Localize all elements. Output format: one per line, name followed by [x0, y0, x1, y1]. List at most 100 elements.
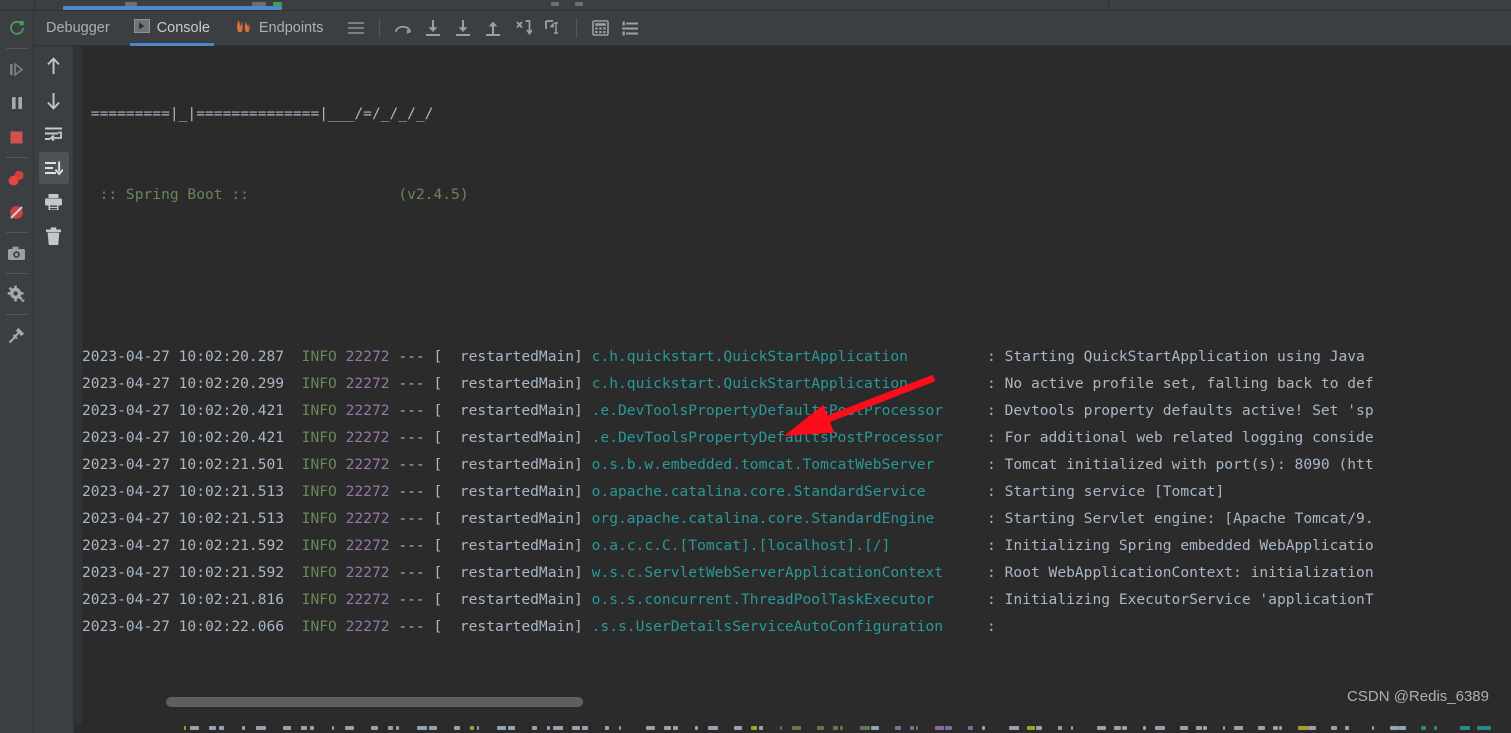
- runbar-divider-2: [5, 157, 28, 158]
- console-marker-tick: [780, 726, 782, 730]
- scroll-down-icon[interactable]: [39, 84, 69, 116]
- console-marker-tick: [1058, 726, 1062, 730]
- console-play-icon: [133, 19, 150, 37]
- console-hscrollbar-track[interactable]: [82, 697, 1511, 721]
- log-line: 2023-04-27 10:02:20.287 INFO 22272 --- […: [82, 343, 1511, 370]
- settings-lines-icon[interactable]: [615, 15, 645, 41]
- step-over-icon[interactable]: [388, 15, 418, 41]
- console-marker-tick: [817, 726, 824, 730]
- log-pid: 22272: [345, 510, 390, 527]
- log-thread: --- [ restartedMain]: [389, 456, 592, 473]
- log-message: : Starting service [Tomcat]: [925, 483, 1225, 500]
- log-line: 2023-04-27 10:02:21.513 INFO 22272 --- […: [82, 505, 1511, 532]
- run-to-cursor-icon[interactable]: [538, 15, 568, 41]
- log-pid: 22272: [345, 402, 390, 419]
- console-marker-tick: [695, 726, 698, 730]
- console-marker-tick: [833, 726, 838, 730]
- console-marker-tick: [547, 726, 550, 730]
- console-marker-tick: [1477, 726, 1485, 730]
- console-hscrollbar-thumb[interactable]: [166, 697, 583, 707]
- console-marker-tick: [190, 726, 199, 730]
- console-marker-tick: [1258, 726, 1265, 730]
- log-logger: w.s.c.ServletWebServerApplicationContext: [591, 564, 944, 581]
- log-thread: --- [ restartedMain]: [389, 618, 592, 635]
- log-line: 2023-04-27 10:02:20.421 INFO 22272 --- […: [82, 424, 1511, 451]
- console-marker-tick: [982, 726, 985, 730]
- log-banner-ascii: =========|_|==============|___/=/_/_/_/: [82, 105, 434, 122]
- log-thread: --- [ restartedMain]: [389, 537, 592, 554]
- log-pid: 22272: [345, 564, 390, 581]
- toolbar-divider-2: [576, 18, 578, 38]
- menu-hamburger-icon[interactable]: [341, 15, 371, 41]
- settings-gear-icon[interactable]: [0, 277, 34, 311]
- console-marker-tick: [470, 726, 474, 730]
- print-icon[interactable]: [39, 186, 69, 218]
- console-marker-tick: [209, 726, 216, 730]
- tab-console[interactable]: Console: [122, 11, 222, 46]
- console-marker-tick: [1460, 726, 1470, 730]
- log-pid: 22272: [345, 429, 390, 446]
- tab-console-label: Console: [156, 20, 210, 36]
- console-marker-tick: [1097, 726, 1106, 730]
- console-log-text: =========|_|==============|___/=/_/_/_/ …: [82, 46, 1511, 711]
- log-pid: 22272: [345, 483, 390, 500]
- log-thread: --- [ restartedMain]: [389, 429, 592, 446]
- log-message: : Starting QuickStartApplication using J…: [907, 348, 1365, 365]
- force-step-into-icon[interactable]: [448, 15, 478, 41]
- tabstrip-mark-4: [575, 2, 583, 6]
- scroll-to-end-icon[interactable]: [38, 152, 69, 184]
- step-out-icon[interactable]: [478, 15, 508, 41]
- mute-breakpoints-icon[interactable]: [0, 195, 34, 229]
- view-breakpoints-icon[interactable]: [0, 161, 34, 195]
- console-marker-tick: [572, 726, 580, 730]
- console-marker-tick: [910, 726, 914, 730]
- console-marker-tick: [1434, 726, 1437, 730]
- screenshot-icon[interactable]: [0, 236, 34, 270]
- log-space: [337, 456, 346, 473]
- clear-all-icon[interactable]: [39, 220, 69, 252]
- log-level: INFO: [301, 618, 337, 635]
- editor-active-tab-indicator[interactable]: [63, 6, 282, 10]
- log-space: [337, 564, 346, 581]
- console-marker-tick: [497, 726, 506, 730]
- log-space: [337, 375, 346, 392]
- runbar-divider-4: [5, 273, 28, 274]
- rerun-icon[interactable]: [0, 11, 34, 45]
- log-line: 2023-04-27 10:02:21.592 INFO 22272 --- […: [82, 559, 1511, 586]
- stop-icon[interactable]: [0, 120, 34, 154]
- log-logger: .e.DevToolsPropertyDefaultsPostProcessor: [591, 402, 944, 419]
- log-message: : Initializing Spring embedded WebApplic…: [890, 537, 1374, 554]
- console-marker-tick: [454, 726, 460, 730]
- log-message: : For additional web related logging con…: [943, 429, 1374, 446]
- console-marker-tick: [1331, 726, 1337, 730]
- evaluate-expression-icon[interactable]: [585, 15, 615, 41]
- console-marker-tick: [1143, 726, 1146, 730]
- soft-wrap-icon[interactable]: [39, 118, 69, 150]
- log-thread: --- [ restartedMain]: [389, 510, 592, 527]
- console-marker-tick: [664, 726, 671, 730]
- log-line: 2023-04-27 10:02:21.592 INFO 22272 --- […: [82, 532, 1511, 559]
- scroll-up-icon[interactable]: [39, 50, 69, 82]
- tab-endpoints[interactable]: Endpoints: [222, 11, 336, 46]
- log-block-startup: 2023-04-27 10:02:20.287 INFO 22272 --- […: [82, 343, 1511, 640]
- console-marker-tick: [1009, 726, 1019, 730]
- console-marker-tick: [1122, 726, 1127, 730]
- drop-frame-icon[interactable]: [508, 15, 538, 41]
- console-marker-tick: [1203, 726, 1207, 730]
- console-marker-tick: [734, 726, 742, 730]
- log-pid: 22272: [345, 456, 390, 473]
- tab-debugger[interactable]: Debugger: [34, 11, 122, 46]
- console-marker-tick: [708, 726, 718, 730]
- log-space: [337, 348, 346, 365]
- console-marker-tick: [646, 726, 655, 730]
- pause-program-icon[interactable]: [0, 86, 34, 120]
- log-thread: --- [ restartedMain]: [389, 348, 592, 365]
- resume-program-icon[interactable]: [0, 52, 34, 86]
- console-output-panel[interactable]: =========|_|==============|___/=/_/_/_/ …: [74, 46, 1511, 733]
- log-logger: .s.s.UserDetailsServiceAutoConfiguration: [591, 618, 944, 635]
- step-into-icon[interactable]: [418, 15, 448, 41]
- pin-tab-icon[interactable]: [0, 318, 34, 352]
- console-marker-tick: [1308, 726, 1316, 730]
- console-marker-tick: [532, 726, 537, 730]
- console-marker-tick: [429, 726, 437, 730]
